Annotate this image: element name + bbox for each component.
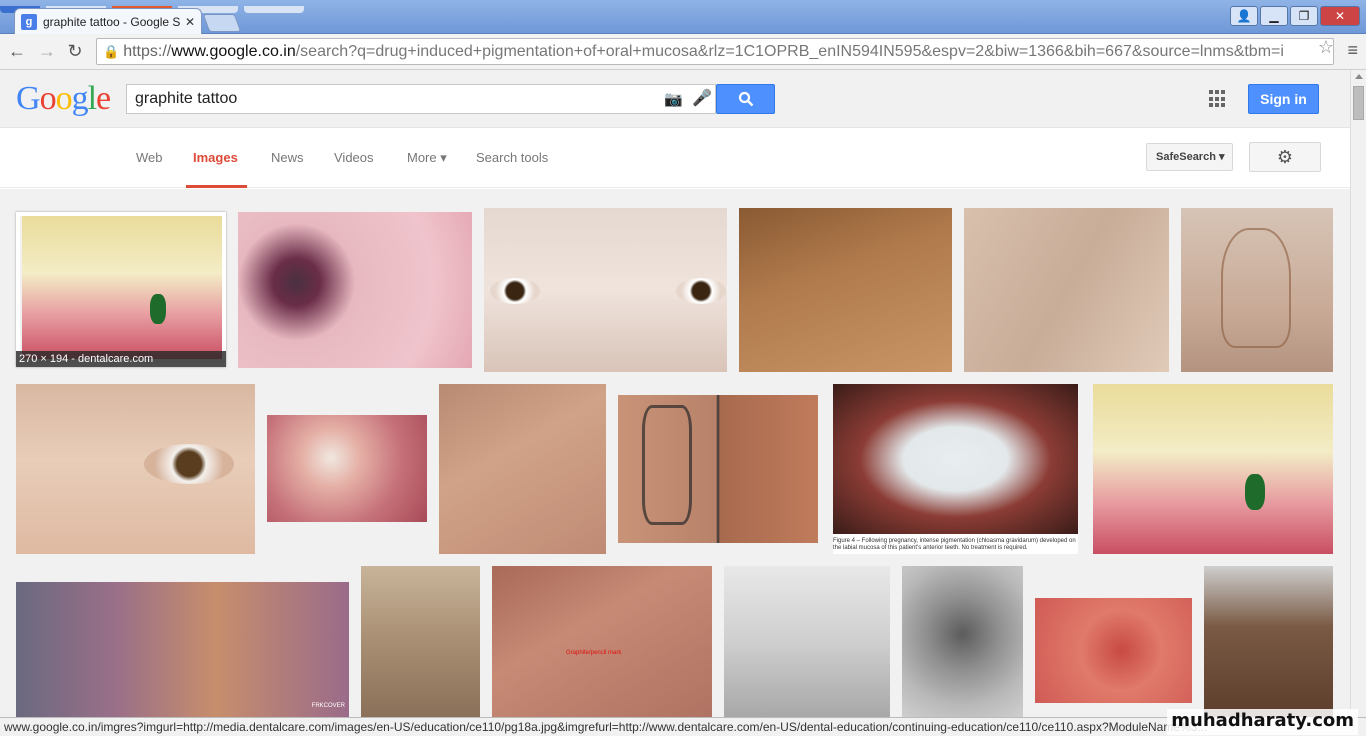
scroll-up-arrow-icon[interactable] <box>1355 74 1363 79</box>
minimize-icon[interactable]: ▁ <box>1260 6 1288 26</box>
image-result[interactable] <box>1204 566 1333 717</box>
camera-icon[interactable]: 📷 <box>664 90 684 108</box>
bookmark-star-icon[interactable]: ☆ <box>1318 37 1334 58</box>
google-logo[interactable]: Google <box>16 80 111 118</box>
selected-image-border <box>16 212 226 367</box>
image-result[interactable] <box>964 208 1169 372</box>
search-input[interactable]: graphite tattoo <box>126 84 716 114</box>
active-tab-indicator <box>186 185 247 188</box>
url-host: www.google.co.in <box>171 42 296 60</box>
microphone-icon[interactable]: 🎤 <box>692 88 712 108</box>
tab-search-tools[interactable]: Search tools <box>476 150 548 165</box>
restore-icon[interactable]: ❐ <box>1290 6 1318 26</box>
sign-in-button[interactable]: Sign in <box>1248 84 1319 114</box>
reload-icon[interactable]: ↻ <box>64 40 86 62</box>
watermark: muhadharaty.com <box>1167 709 1358 735</box>
safesearch-dropdown[interactable]: SafeSearch ▾ <box>1146 143 1233 171</box>
tab-images[interactable]: Images <box>193 150 238 165</box>
url-path: /search?q=drug+induced+pigmentation+of+o… <box>295 42 1284 60</box>
back-arrow-icon[interactable]: ← <box>6 40 28 62</box>
taskbar-strip <box>0 0 460 13</box>
image-result[interactable] <box>1181 208 1333 372</box>
image-result[interactable] <box>16 384 255 554</box>
image-result[interactable]: Figure 4 – Following pregnancy, intense … <box>833 384 1078 554</box>
image-result[interactable]: Graphite/pencil mark <box>492 566 712 717</box>
image-result[interactable] <box>739 208 952 372</box>
close-tab-icon[interactable]: ✕ <box>185 15 195 29</box>
user-profile-icon[interactable]: 👤 <box>1230 6 1258 26</box>
image-results-grid: 270 × 194 - dentalcare.com Figure 4 – Fo… <box>0 189 1350 717</box>
scrollbar-thumb[interactable] <box>1353 86 1364 120</box>
browser-menu-icon[interactable]: ≡ <box>1347 40 1358 61</box>
tab-more[interactable]: More ▾ <box>407 150 447 166</box>
image-credit: FRKCOVER <box>311 703 345 709</box>
vertical-scrollbar[interactable] <box>1350 70 1366 717</box>
new-tab-button[interactable] <box>202 14 242 32</box>
image-result[interactable] <box>238 212 472 368</box>
image-result[interactable] <box>618 395 818 543</box>
image-result[interactable] <box>439 384 606 554</box>
figure-caption: Figure 4 – Following pregnancy, intense … <box>833 538 1076 551</box>
address-bar[interactable]: 🔒 https://www.google.co.in/search?q=drug… <box>96 38 1334 65</box>
image-result[interactable] <box>361 566 480 717</box>
search-button[interactable] <box>716 84 775 114</box>
search-tabs: Web Images News Videos More ▾ Search too… <box>0 128 1350 188</box>
image-result[interactable] <box>267 415 427 522</box>
tab-title: graphite tattoo - Google S <box>43 14 181 29</box>
image-result[interactable] <box>1035 598 1192 703</box>
url-scheme: https:// <box>123 42 172 60</box>
browser-tab[interactable]: g graphite tattoo - Google S ✕ <box>14 8 202 34</box>
close-window-icon[interactable]: ✕ <box>1320 6 1360 26</box>
image-result[interactable] <box>902 566 1023 717</box>
browser-titlebar: g graphite tattoo - Google S ✕ 👤 ▁ ❐ ✕ <box>0 0 1366 34</box>
image-result[interactable] <box>1093 384 1333 554</box>
forward-arrow-icon[interactable]: → <box>36 40 58 62</box>
image-size-caption: 270 × 194 - dentalcare.com <box>16 351 226 367</box>
google-header: Google graphite tattoo 📷 🎤 Sign in <box>0 70 1350 128</box>
tab-videos[interactable]: Videos <box>334 150 374 165</box>
settings-gear-icon[interactable]: ⚙ <box>1249 142 1321 172</box>
browser-toolbar: ← → ↻ 🔒 https://www.google.co.in/search?… <box>0 34 1366 70</box>
google-favicon-icon: g <box>21 13 37 30</box>
image-result[interactable] <box>724 566 890 717</box>
image-result[interactable]: FRKCOVER <box>16 582 349 717</box>
lock-icon: 🔒 <box>103 43 120 59</box>
apps-grid-icon[interactable] <box>1209 90 1227 108</box>
window-controls: 👤 ▁ ❐ ✕ <box>1230 6 1360 26</box>
tab-web[interactable]: Web <box>136 150 163 165</box>
tab-news[interactable]: News <box>271 150 304 165</box>
status-bar-url: www.google.co.in/imgres?imgurl=http://me… <box>0 717 1366 736</box>
image-result[interactable] <box>484 208 727 372</box>
search-icon <box>738 91 754 107</box>
palm-annotation: Graphite/pencil mark <box>566 650 622 656</box>
